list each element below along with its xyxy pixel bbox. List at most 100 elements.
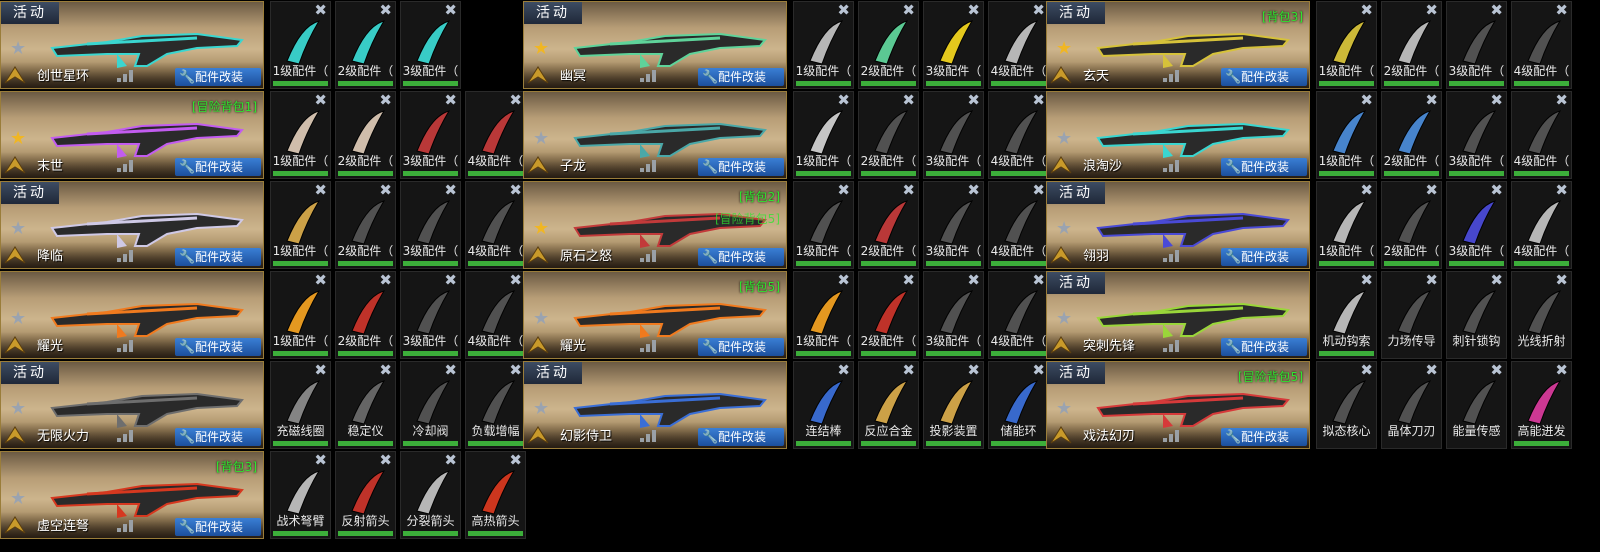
part-slot[interactable]: ✖ 稳定仪 xyxy=(335,361,396,449)
part-slot[interactable]: ✖ 1级配件（ xyxy=(1316,181,1377,269)
part-slot[interactable]: ✖ 4级配件（ xyxy=(988,91,1049,179)
weapon-name: 翎羽 xyxy=(1083,249,1110,264)
mod-button[interactable]: 🔧 配件改装 xyxy=(175,338,261,356)
mod-button[interactable]: 🔧 配件改装 xyxy=(1221,68,1307,86)
part-slot[interactable]: ✖ 4级配件（ xyxy=(465,271,526,359)
mod-button[interactable]: 🔧 配件改装 xyxy=(1221,248,1307,266)
part-slot[interactable]: ✖ 1级配件（ xyxy=(793,181,854,269)
weapon-card[interactable]: 活动 ★ 幽冥 🔧 配件改装 xyxy=(523,1,787,89)
part-slot[interactable]: ✖ 分裂箭头 xyxy=(400,451,461,539)
part-slot[interactable]: ✖ 充磁线圈 xyxy=(270,361,331,449)
part-slot[interactable]: ✖ 高能迸发 xyxy=(1511,361,1572,449)
mod-button[interactable]: 🔧 配件改装 xyxy=(175,248,261,266)
part-slot[interactable]: ✖ 4级配件（ xyxy=(465,181,526,269)
weapon-card[interactable]: ★ 末世 🔧 配件改装 [冒险背包1] xyxy=(0,91,264,179)
mod-button[interactable]: 🔧 配件改装 xyxy=(698,248,784,266)
part-slot[interactable]: ✖ 刺针锁钩 xyxy=(1446,271,1507,359)
part-slot[interactable]: ✖ 2级配件（ xyxy=(858,91,919,179)
part-slot[interactable]: ✖ 战术弩臂 xyxy=(270,451,331,539)
part-slot[interactable]: ✖ 2级配件（ xyxy=(335,181,396,269)
weapon-card[interactable]: ★ 原石之怒 🔧 配件改装 [背包2] [冒险背包5] xyxy=(523,181,787,269)
part-slot[interactable]: ✖ 3级配件（ xyxy=(1446,91,1507,179)
part-slot[interactable]: ✖ 2级配件（ xyxy=(858,181,919,269)
part-slot[interactable]: ✖ 储能环 xyxy=(988,361,1049,449)
mod-button[interactable]: 🔧 配件改装 xyxy=(698,338,784,356)
mod-button[interactable]: 🔧 配件改装 xyxy=(698,158,784,176)
weapon-card[interactable]: ★ 耀光 🔧 配件改装 xyxy=(0,271,264,359)
mod-button[interactable]: 🔧 配件改装 xyxy=(175,428,261,446)
mod-button[interactable]: 🔧 配件改装 xyxy=(1221,338,1307,356)
part-slot[interactable]: ✖ 1级配件（ xyxy=(1316,1,1377,89)
part-slot[interactable]: ✖ 晶体刀刃 xyxy=(1381,361,1442,449)
part-slot[interactable]: ✖ 4级配件（ xyxy=(1511,1,1572,89)
weapon-name: 虚空连弩 xyxy=(37,519,90,534)
part-slot[interactable]: ✖ 3级配件（ xyxy=(1446,181,1507,269)
part-slot[interactable]: ✖ 1级配件（ xyxy=(270,181,331,269)
hook-part-icon xyxy=(481,290,516,335)
part-slot[interactable]: ✖ 1级配件（ xyxy=(793,1,854,89)
part-slot[interactable]: ✖ 2级配件（ xyxy=(1381,91,1442,179)
part-slot[interactable]: ✖ 1级配件（ xyxy=(270,91,331,179)
weapon-card[interactable]: 活动 ★ 戏法幻刃 🔧 配件改装 [冒险背包5] xyxy=(1046,361,1310,449)
weapon-card[interactable]: 活动 ★ 降临 🔧 配件改装 xyxy=(0,181,264,269)
part-slot[interactable]: ✖ 1级配件（ xyxy=(793,271,854,359)
part-slot[interactable]: ✖ 负载增幅 xyxy=(465,361,526,449)
part-slot[interactable]: ✖ 2级配件（ xyxy=(1381,181,1442,269)
part-slot[interactable]: ✖ 2级配件（ xyxy=(335,1,396,89)
part-slot[interactable]: ✖ 4级配件（ xyxy=(1511,91,1572,179)
part-slot[interactable]: ✖ 3级配件（ xyxy=(400,1,461,89)
part-slot[interactable]: ✖ 1级配件（ xyxy=(793,91,854,179)
part-slot[interactable]: ✖ 2级配件（ xyxy=(858,271,919,359)
mod-button[interactable]: 🔧 配件改装 xyxy=(698,68,784,86)
part-slot[interactable]: ✖ 3级配件（ xyxy=(400,181,461,269)
weapon-card[interactable]: 活动 ★ 突刺先锋 🔧 配件改装 xyxy=(1046,271,1310,359)
part-slot[interactable]: ✖ 拟态核心 xyxy=(1316,361,1377,449)
mimic-core-part-icon xyxy=(1332,380,1367,425)
wrench-icon: 🔧 xyxy=(179,70,196,85)
part-slot[interactable]: ✖ 机动钩索 xyxy=(1316,271,1377,359)
weapon-card[interactable]: ★ 虚空连弩 🔧 配件改装 [背包3] xyxy=(0,451,264,539)
weapon-card[interactable]: 活动 ★ 无限火力 🔧 配件改装 xyxy=(0,361,264,449)
part-slot[interactable]: ✖ 能量传感 xyxy=(1446,361,1507,449)
weapon-card[interactable]: ★ 浪淘沙 🔧 配件改装 xyxy=(1046,91,1310,179)
part-slot[interactable]: ✖ 投影装置 xyxy=(923,361,984,449)
part-slot[interactable]: ✖ 1级配件（ xyxy=(270,271,331,359)
part-slot[interactable]: ✖ 2级配件（ xyxy=(335,91,396,179)
weapon-card[interactable]: ★ 子龙 🔧 配件改装 xyxy=(523,91,787,179)
part-slot[interactable]: ✖ 4级配件（ xyxy=(988,271,1049,359)
part-slot[interactable]: ✖ 2级配件（ xyxy=(1381,1,1442,89)
weapon-card[interactable]: 活动 ★ 翎羽 🔧 配件改装 xyxy=(1046,181,1310,269)
part-slot[interactable]: ✖ 3级配件（ xyxy=(400,91,461,179)
part-slot[interactable]: ✖ 4级配件（ xyxy=(465,91,526,179)
weapon-card[interactable]: 活动 ★ 创世星环 🔧 配件改装 xyxy=(0,1,264,89)
mod-button[interactable]: 🔧 配件改装 xyxy=(175,68,261,86)
part-slot[interactable]: ✖ 光线折射 xyxy=(1511,271,1572,359)
part-slot[interactable]: ✖ 1级配件（ xyxy=(1316,91,1377,179)
part-slot[interactable]: ✖ 4级配件（ xyxy=(988,181,1049,269)
part-slot[interactable]: ✖ 连结棒 xyxy=(793,361,854,449)
part-slot[interactable]: ✖ 3级配件（ xyxy=(400,271,461,359)
part-slot[interactable]: ✖ 反射箭头 xyxy=(335,451,396,539)
mod-button[interactable]: 🔧 配件改装 xyxy=(175,518,261,536)
part-slot[interactable]: ✖ 3级配件（ xyxy=(1446,1,1507,89)
part-slot[interactable]: ✖ 4级配件（ xyxy=(1511,181,1572,269)
part-slot[interactable]: ✖ 3级配件（ xyxy=(923,181,984,269)
mod-button[interactable]: 🔧 配件改装 xyxy=(698,428,784,446)
part-slot[interactable]: ✖ 力场传导 xyxy=(1381,271,1442,359)
part-slot[interactable]: ✖ 3级配件（ xyxy=(923,1,984,89)
weapon-card[interactable]: 活动 ★ 玄天 🔧 配件改装 [背包3] xyxy=(1046,1,1310,89)
weapon-card[interactable]: 活动 ★ 幻影侍卫 🔧 配件改装 xyxy=(523,361,787,449)
part-slot[interactable]: ✖ 高热箭头 xyxy=(465,451,526,539)
part-slot[interactable]: ✖ 2级配件（ xyxy=(858,1,919,89)
part-slot[interactable]: ✖ 4级配件（ xyxy=(988,1,1049,89)
part-slot[interactable]: ✖ 冷却阀 xyxy=(400,361,461,449)
part-slot[interactable]: ✖ 反应合金 xyxy=(858,361,919,449)
part-slot[interactable]: ✖ 1级配件（ xyxy=(270,1,331,89)
mod-button[interactable]: 🔧 配件改装 xyxy=(1221,158,1307,176)
part-slot[interactable]: ✖ 3级配件（ xyxy=(923,91,984,179)
part-slot[interactable]: ✖ 3级配件（ xyxy=(923,271,984,359)
part-slot[interactable]: ✖ 2级配件（ xyxy=(335,271,396,359)
mod-button[interactable]: 🔧 配件改装 xyxy=(1221,428,1307,446)
mod-button[interactable]: 🔧 配件改装 xyxy=(175,158,261,176)
weapon-card[interactable]: ★ 耀光 🔧 配件改装 [背包5] xyxy=(523,271,787,359)
